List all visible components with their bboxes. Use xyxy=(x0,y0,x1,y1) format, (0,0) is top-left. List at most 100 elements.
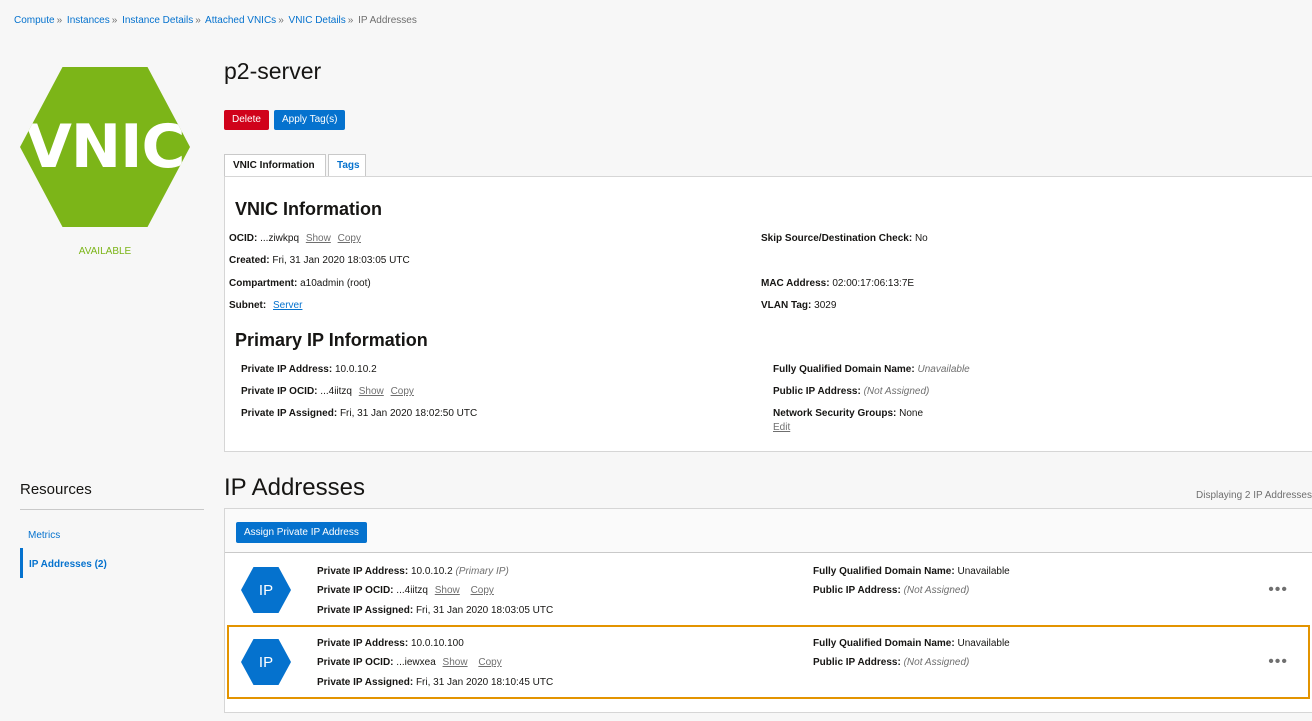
resources-divider xyxy=(20,509,204,510)
row1-show-link[interactable]: Show xyxy=(435,585,460,596)
nsg-edit-link[interactable]: Edit xyxy=(773,422,790,433)
row2-assigned: Private IP Assigned: Fri, 31 Jan 2020 18… xyxy=(317,677,553,688)
breadcrumb-separator: » xyxy=(56,15,63,26)
primary-ocid-show-link[interactable]: Show xyxy=(359,386,384,397)
breadcrumb-separator: » xyxy=(111,15,118,26)
nsg-label: Network Security Groups: xyxy=(773,408,897,419)
mac-row: MAC Address: 02:00:17:06:13:7E xyxy=(761,278,914,289)
row1-private-ip-label: Private IP Address: xyxy=(317,566,409,577)
row2-copy-link[interactable]: Copy xyxy=(478,657,501,668)
ocid-copy-link[interactable]: Copy xyxy=(338,233,361,244)
table-row: IP Private IP Address: 10.0.10.2 (Primar… xyxy=(225,554,1312,626)
primary-private-ip-row: Private IP Address: 10.0.10.2 xyxy=(241,364,377,375)
fqdn-row: Fully Qualified Domain Name: Unavailable xyxy=(773,364,970,375)
nsg-row: Network Security Groups: None xyxy=(773,408,923,419)
breadcrumb-compute[interactable]: Compute xyxy=(14,15,55,26)
ip-hexagon-icon: IP xyxy=(241,567,291,613)
primary-ocid-copy-link[interactable]: Copy xyxy=(391,386,414,397)
created-value: Fri, 31 Jan 2020 18:03:05 UTC xyxy=(272,255,410,266)
displaying-count: Displaying 2 IP Addresses xyxy=(1196,490,1312,501)
subnet-row: Subnet: Server xyxy=(229,300,302,311)
ocid-label: OCID: xyxy=(229,233,258,244)
row1-assigned: Private IP Assigned: Fri, 31 Jan 2020 18… xyxy=(317,605,553,616)
primary-assigned-row: Private IP Assigned: Fri, 31 Jan 2020 18… xyxy=(241,408,477,419)
fqdn-value: Unavailable xyxy=(917,364,970,375)
page: Compute» Instances» Instance Details» At… xyxy=(0,0,1312,721)
created-label: Created: xyxy=(229,255,270,266)
row1-assigned-value: Fri, 31 Jan 2020 18:03:05 UTC xyxy=(415,605,554,616)
primary-private-ip-label: Private IP Address: xyxy=(241,364,333,375)
assign-private-ip-button[interactable]: Assign Private IP Address xyxy=(236,522,367,543)
public-ip-value: (Not Assigned) xyxy=(863,386,930,397)
resources-title: Resources xyxy=(20,481,92,498)
vnic-info-heading: VNIC Information xyxy=(235,199,382,219)
row1-public-ip: Public IP Address: (Not Assigned) xyxy=(813,585,969,596)
compartment-row: Compartment: a10admin (root) xyxy=(229,278,371,289)
ocid-value: ...ziwkpq xyxy=(260,233,300,244)
row1-fqdn-value: Unavailable xyxy=(957,566,1010,577)
row1-fqdn: Fully Qualified Domain Name: Unavailable xyxy=(813,566,1010,577)
breadcrumb-separator: » xyxy=(347,15,354,26)
row2-actions-menu[interactable]: ••• xyxy=(1268,653,1288,671)
breadcrumb-attached-vnics[interactable]: Attached VNICs xyxy=(205,15,276,26)
fqdn-label: Fully Qualified Domain Name: xyxy=(773,364,915,375)
vlan-label: VLAN Tag: xyxy=(761,300,812,311)
breadcrumb-instance-details[interactable]: Instance Details xyxy=(122,15,193,26)
nsg-edit-row: Edit xyxy=(773,422,790,433)
row1-primary-tag: (Primary IP) xyxy=(455,566,509,577)
row1-assigned-label: Private IP Assigned: xyxy=(317,605,414,616)
breadcrumb-current: IP Addresses xyxy=(358,15,417,26)
table-row: IP Private IP Address: 10.0.10.100 Priva… xyxy=(227,625,1310,699)
vnic-icon-text: VNIC xyxy=(25,112,185,182)
row2-private-ip-value: 10.0.10.100 xyxy=(410,638,464,649)
row1-copy-link[interactable]: Copy xyxy=(471,585,494,596)
public-ip-label: Public IP Address: xyxy=(773,386,861,397)
public-ip-row: Public IP Address: (Not Assigned) xyxy=(773,386,929,397)
row2-ocid-value: ...iewxea xyxy=(396,657,436,668)
row1-ocid-value: ...4iitzq xyxy=(396,585,428,596)
mac-label: MAC Address: xyxy=(761,278,830,289)
breadcrumb-instances[interactable]: Instances xyxy=(67,15,110,26)
vnic-icon: VNIC xyxy=(20,67,190,227)
row2-assigned-value: Fri, 31 Jan 2020 18:10:45 UTC xyxy=(415,677,554,688)
ip-toolbar: Assign Private IP Address xyxy=(225,509,1312,553)
ip-icon-text: IP xyxy=(258,653,274,671)
breadcrumb: Compute» Instances» Instance Details» At… xyxy=(14,15,417,26)
primary-ocid-value: ...4iitzq xyxy=(320,386,352,397)
row2-public-ip-value: (Not Assigned) xyxy=(903,657,970,668)
row2-fqdn: Fully Qualified Domain Name: Unavailable xyxy=(813,638,1010,649)
row1-public-ip-label: Public IP Address: xyxy=(813,585,901,596)
breadcrumb-vnic-details[interactable]: VNIC Details xyxy=(289,15,346,26)
apply-tags-button[interactable]: Apply Tag(s) xyxy=(274,110,346,130)
breadcrumb-separator: » xyxy=(278,15,284,26)
ocid-row: OCID: ...ziwkpq Show Copy xyxy=(229,233,361,244)
ocid-show-link[interactable]: Show xyxy=(306,233,331,244)
compartment-label: Compartment: xyxy=(229,278,298,289)
page-title: p2-server xyxy=(224,58,322,84)
ip-hexagon-icon: IP xyxy=(241,639,291,685)
row1-public-ip-value: (Not Assigned) xyxy=(903,585,970,596)
primary-ip-heading: Primary IP Information xyxy=(235,330,428,350)
sidebar-item-ip-addresses[interactable]: IP Addresses (2) xyxy=(20,548,107,578)
row2-ocid-label: Private IP OCID: xyxy=(317,657,394,668)
row1-fqdn-label: Fully Qualified Domain Name: xyxy=(813,566,955,577)
row1-actions-menu[interactable]: ••• xyxy=(1268,581,1288,599)
created-row: Created: Fri, 31 Jan 2020 18:03:05 UTC xyxy=(229,255,410,266)
status-badge: AVAILABLE xyxy=(78,246,132,257)
compartment-value: a10admin (root) xyxy=(300,278,371,289)
row2-assigned-label: Private IP Assigned: xyxy=(317,677,414,688)
row2-fqdn-label: Fully Qualified Domain Name: xyxy=(813,638,955,649)
subnet-link[interactable]: Server xyxy=(273,300,302,311)
row1-ocid: Private IP OCID: ...4iitzq Show Copy xyxy=(317,585,494,596)
tab-vnic-information[interactable]: VNIC Information xyxy=(224,154,326,177)
breadcrumb-separator: » xyxy=(195,15,201,26)
tab-tags[interactable]: Tags xyxy=(328,154,366,177)
row2-public-ip-label: Public IP Address: xyxy=(813,657,901,668)
skip-check-label: Skip Source/Destination Check: xyxy=(761,233,913,244)
delete-button[interactable]: Delete xyxy=(224,110,269,130)
sidebar-item-metrics[interactable]: Metrics xyxy=(28,530,60,541)
row1-ocid-label: Private IP OCID: xyxy=(317,585,394,596)
row2-show-link[interactable]: Show xyxy=(443,657,468,668)
row2-fqdn-value: Unavailable xyxy=(957,638,1010,649)
row2-private-ip-label: Private IP Address: xyxy=(317,638,409,649)
